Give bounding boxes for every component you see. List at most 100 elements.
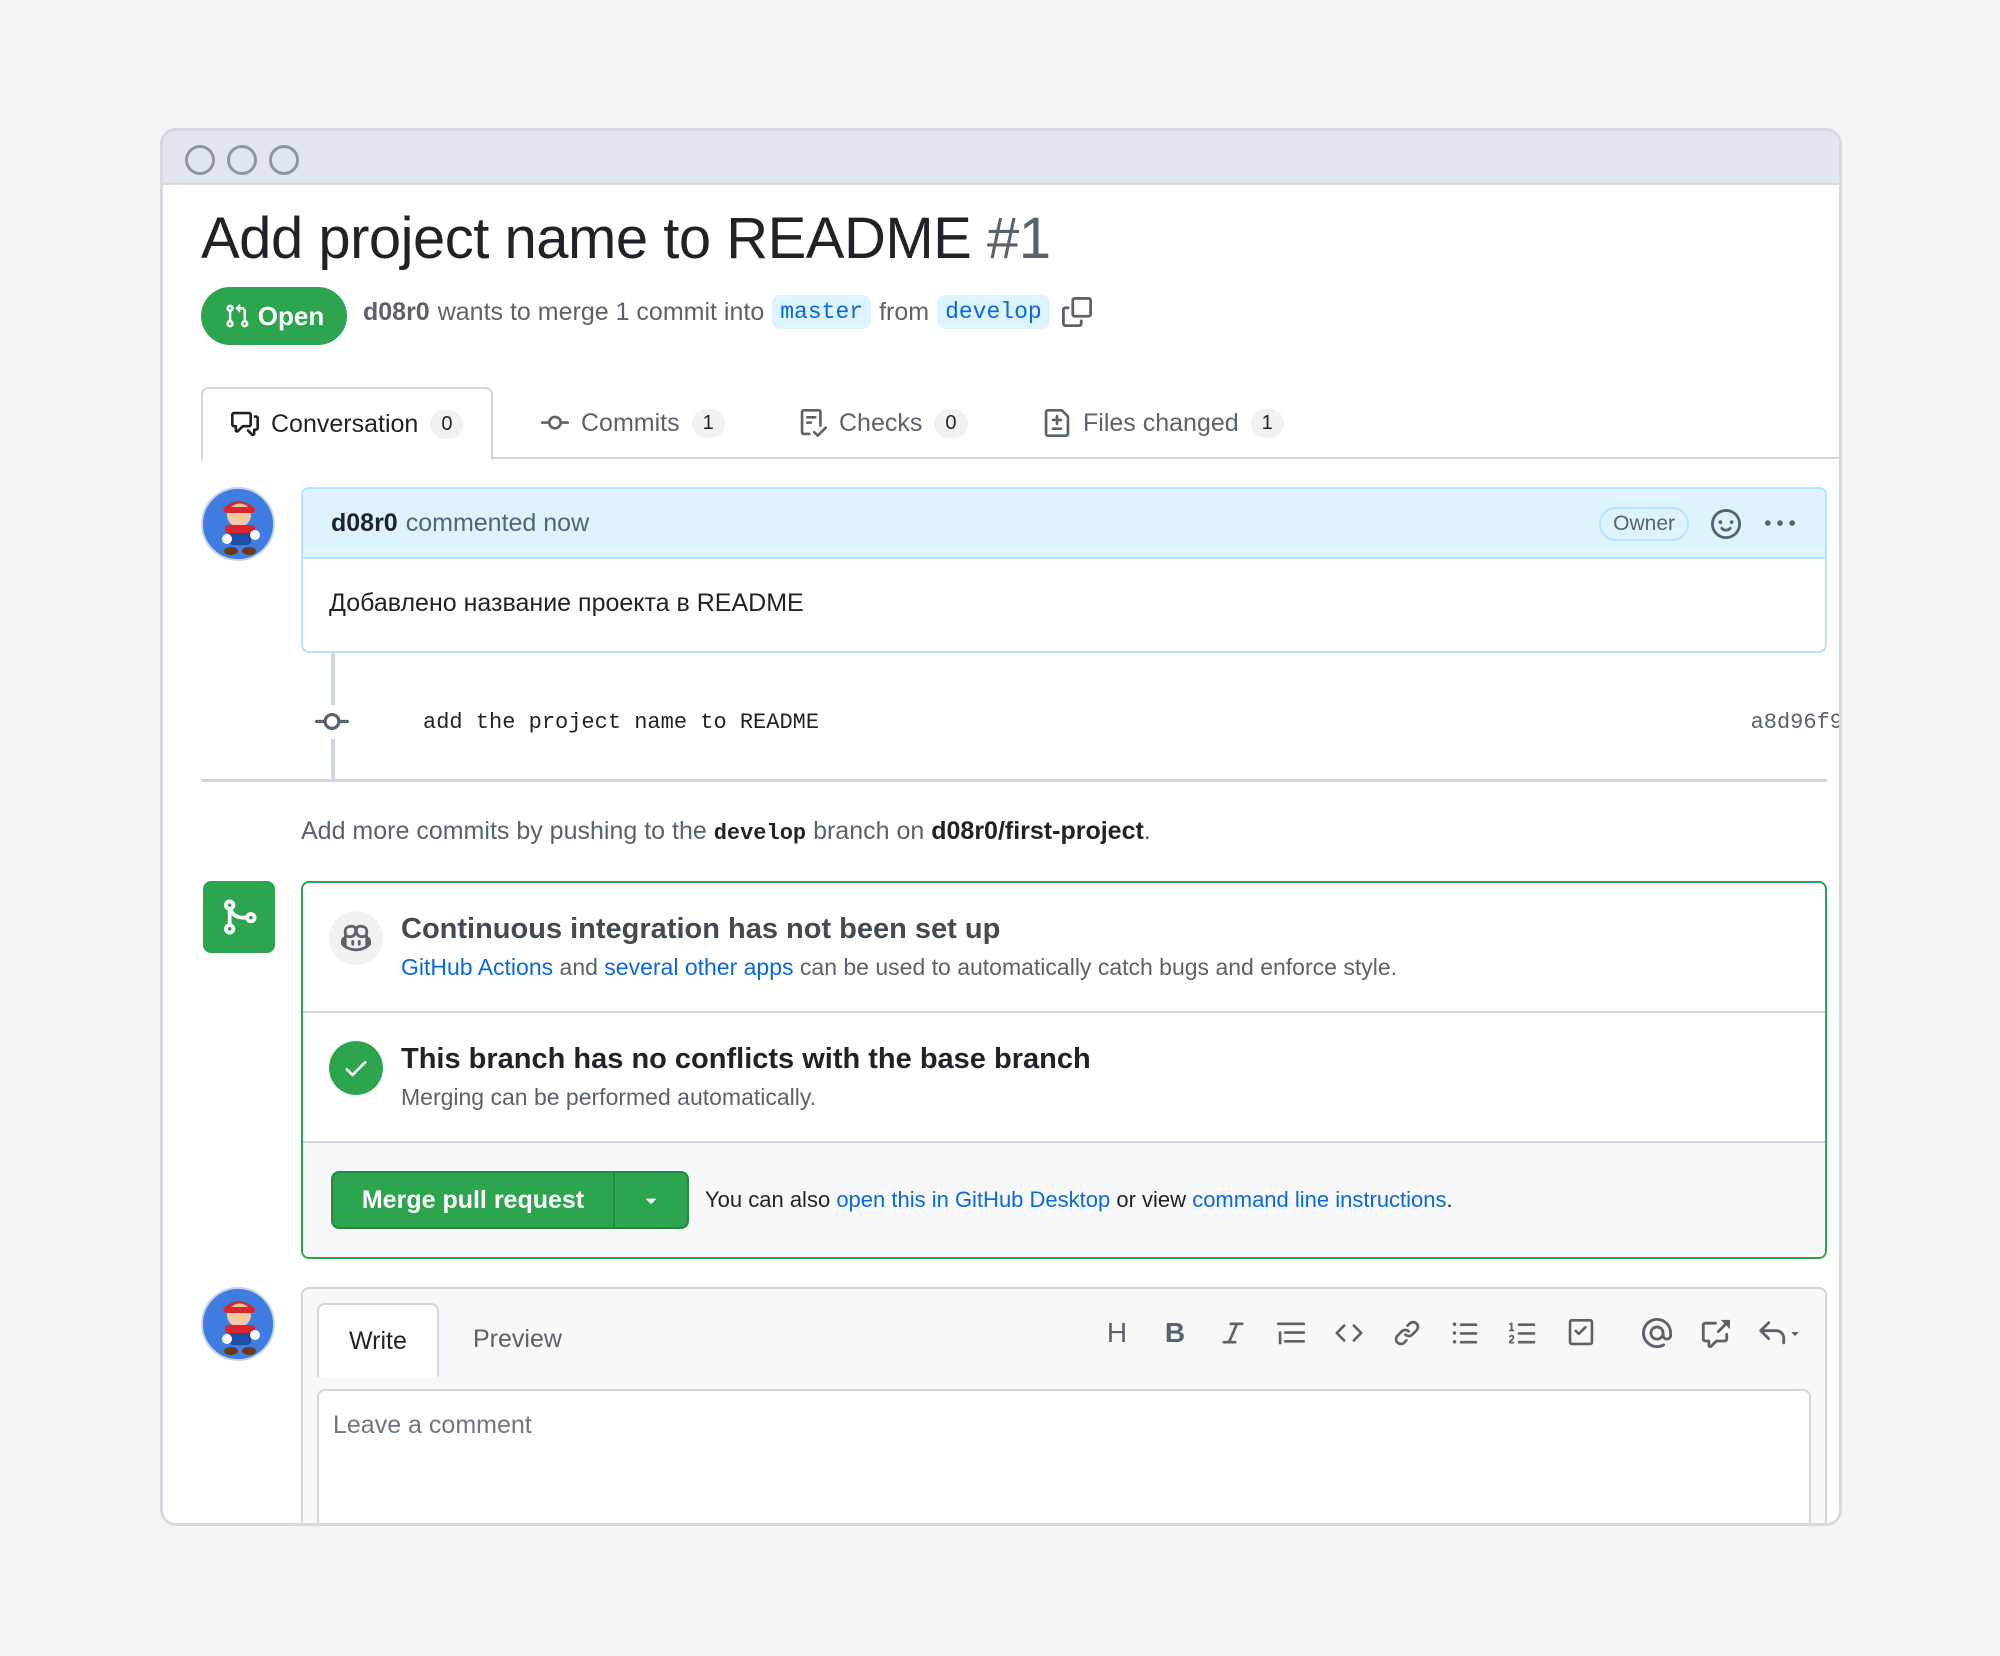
hint-suffix: . bbox=[1143, 817, 1151, 845]
hint-prefix: Add more commits by pushing to the bbox=[301, 817, 707, 845]
tab-label: Commits bbox=[581, 408, 680, 437]
merge-alt-text: You can also open this in GitHub Desktop… bbox=[705, 1187, 1453, 1213]
tab-files-changed[interactable]: Files changed 1 bbox=[1043, 387, 1284, 459]
tab-counter: 1 bbox=[691, 408, 725, 438]
copilot-robot-icon bbox=[341, 923, 371, 953]
merge-status-icon-box bbox=[203, 881, 275, 953]
pr-merge-text: wants to merge 1 commit into bbox=[437, 297, 765, 326]
file-diff-icon bbox=[1043, 409, 1071, 437]
window-minimize-dot[interactable] bbox=[227, 145, 257, 175]
merge-action-section: Merge pull request You can also open thi… bbox=[303, 1143, 1825, 1257]
merge-button-label[interactable]: Merge pull request bbox=[333, 1173, 615, 1227]
conflict-section: This branch has no conflicts with the ba… bbox=[303, 1013, 1825, 1143]
check-circle bbox=[329, 1041, 383, 1095]
also-mid: or view bbox=[1116, 1187, 1187, 1212]
conflict-text: This branch has no conflicts with the ba… bbox=[401, 1043, 1091, 1111]
tasklist-icon[interactable] bbox=[1563, 1315, 1599, 1351]
pr-from-text: from bbox=[879, 297, 930, 326]
code-icon[interactable] bbox=[1331, 1315, 1367, 1351]
smiley-icon[interactable] bbox=[1711, 509, 1741, 539]
ci-and-text: and bbox=[559, 954, 598, 980]
merge-method-dropdown[interactable] bbox=[615, 1173, 687, 1227]
tab-label: Checks bbox=[839, 408, 923, 437]
pr-author-link[interactable]: d08r0 bbox=[363, 298, 430, 327]
comment-box: d08r0 commented now Owner Добавлено назв… bbox=[301, 487, 1827, 653]
pr-number: #1 bbox=[986, 206, 1051, 271]
pr-meta: d08r0 wants to merge 1 commit into maste… bbox=[363, 295, 1092, 329]
avatar[interactable] bbox=[201, 487, 275, 561]
comment-editor: Write Preview H B Leave a comment bbox=[301, 1287, 1827, 1523]
commit-sha-link[interactable]: a8d96f9 bbox=[1751, 710, 1839, 735]
tab-write[interactable]: Write bbox=[317, 1303, 439, 1377]
mention-icon[interactable] bbox=[1639, 1315, 1675, 1351]
ci-title: Continuous integration has not been set … bbox=[401, 913, 1001, 945]
commit-row: add the project name to README a8d96f9 bbox=[313, 697, 1839, 747]
bold-icon[interactable]: B bbox=[1157, 1315, 1193, 1351]
git-pull-request-icon bbox=[224, 303, 250, 329]
base-branch[interactable]: master bbox=[772, 295, 872, 329]
pr-title-text: Add project name to README bbox=[201, 206, 972, 271]
github-desktop-link[interactable]: open this in GitHub Desktop bbox=[836, 1187, 1110, 1212]
status-label: Open bbox=[257, 300, 325, 331]
browser-window: Add project name to README #1 Open d08r0… bbox=[160, 128, 1842, 1526]
timeline-divider bbox=[201, 779, 1827, 782]
also-prefix: You can also bbox=[705, 1187, 831, 1212]
push-hint: Add more commits by pushing to the devel… bbox=[301, 817, 1151, 846]
tab-checks[interactable]: Checks 0 bbox=[799, 387, 968, 459]
owner-badge: Owner bbox=[1599, 507, 1689, 541]
hint-branch: develop bbox=[713, 821, 807, 846]
tab-conversation[interactable]: Conversation 0 bbox=[201, 387, 494, 461]
page-title: Add project name to README #1 bbox=[201, 205, 1051, 272]
window-zoom-dot[interactable] bbox=[269, 145, 299, 175]
comment-author-link[interactable]: d08r0 bbox=[331, 509, 398, 538]
head-branch[interactable]: develop bbox=[937, 295, 1050, 329]
tab-counter: 0 bbox=[430, 409, 464, 439]
ordered-list-icon[interactable] bbox=[1505, 1315, 1541, 1351]
tab-preview[interactable]: Preview bbox=[443, 1303, 592, 1375]
quote-icon[interactable] bbox=[1273, 1315, 1309, 1351]
also-suffix: . bbox=[1446, 1187, 1453, 1212]
merge-box: Continuous integration has not been set … bbox=[301, 881, 1827, 1259]
ci-text: Continuous integration has not been set … bbox=[401, 913, 1397, 981]
ci-rest-text: can be used to automatically catch bugs … bbox=[799, 954, 1398, 980]
avatar[interactable] bbox=[201, 1287, 275, 1361]
tab-commits[interactable]: Commits 1 bbox=[541, 387, 725, 459]
tab-label: Files changed bbox=[1083, 408, 1239, 437]
markdown-toolbar: H B bbox=[1099, 1315, 1805, 1351]
merge-pull-request-button[interactable]: Merge pull request bbox=[331, 1171, 689, 1229]
comment-action[interactable]: commented now bbox=[406, 509, 589, 538]
ci-subtitle: GitHub Actions and several other apps ca… bbox=[401, 954, 1397, 981]
tab-counter: 0 bbox=[934, 408, 968, 438]
checklist-icon bbox=[799, 409, 827, 437]
unordered-list-icon[interactable] bbox=[1447, 1315, 1483, 1351]
window-titlebar bbox=[163, 131, 1839, 185]
window-close-dot[interactable] bbox=[185, 145, 215, 175]
conflict-title: This branch has no conflicts with the ba… bbox=[401, 1043, 1091, 1075]
italic-icon[interactable] bbox=[1215, 1315, 1251, 1351]
copy-icon[interactable] bbox=[1061, 297, 1092, 327]
pr-tabs: Conversation 0 Commits 1 Checks 0 Files … bbox=[201, 387, 1839, 461]
other-apps-link[interactable]: several other apps bbox=[604, 954, 793, 980]
status-badge: Open bbox=[201, 287, 347, 345]
reply-icon[interactable] bbox=[1755, 1315, 1805, 1351]
command-line-link[interactable]: command line instructions bbox=[1192, 1187, 1446, 1212]
tab-counter: 1 bbox=[1250, 408, 1284, 438]
comment-textarea[interactable]: Leave a comment bbox=[317, 1389, 1811, 1523]
link-icon[interactable] bbox=[1389, 1315, 1425, 1351]
heading-icon[interactable]: H bbox=[1099, 1315, 1135, 1351]
check-icon bbox=[342, 1054, 370, 1082]
kebab-horizontal-icon[interactable] bbox=[1765, 509, 1795, 539]
comment-body: Добавлено название проекта в README bbox=[329, 589, 804, 617]
ci-section: Continuous integration has not been set … bbox=[303, 883, 1825, 1013]
triangle-down-icon bbox=[640, 1189, 662, 1211]
hint-repo: d08r0/first-project bbox=[931, 817, 1144, 845]
cross-reference-icon[interactable] bbox=[1697, 1315, 1733, 1351]
conflict-subtitle: Merging can be performed automatically. bbox=[401, 1084, 817, 1110]
commit-message-link[interactable]: add the project name to README bbox=[423, 710, 819, 735]
comment-discussion-icon bbox=[231, 410, 259, 438]
tab-label: Conversation bbox=[271, 409, 419, 438]
github-actions-link[interactable]: GitHub Actions bbox=[401, 954, 553, 980]
pull-request-page: Add project name to README #1 Open d08r0… bbox=[163, 187, 1839, 1523]
ci-icon-circle bbox=[329, 911, 383, 965]
git-merge-icon bbox=[219, 897, 259, 937]
